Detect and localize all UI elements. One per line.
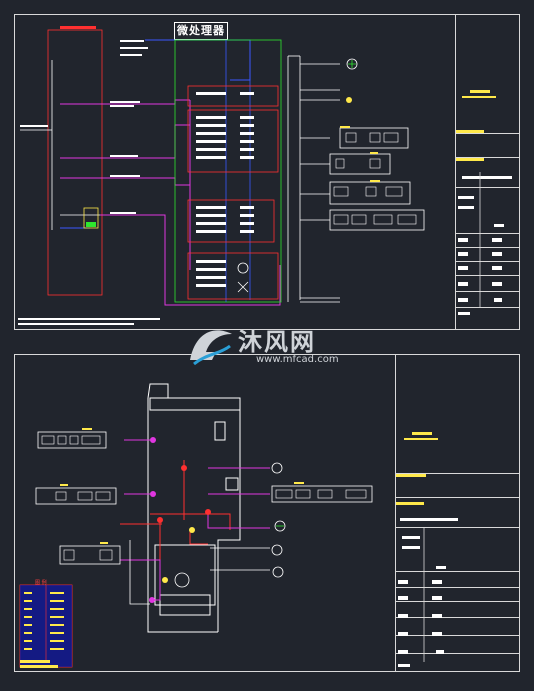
watermark-brand: 沐风网 xyxy=(238,328,316,356)
legend-title: 图 例 xyxy=(35,580,47,586)
fan-icon xyxy=(174,572,190,588)
speaker-icon xyxy=(272,566,284,578)
fixture-markers xyxy=(149,437,211,603)
watermark-url: www.mfcad.com xyxy=(256,354,339,365)
bell-icon xyxy=(271,544,283,556)
watermark-logo-icon xyxy=(190,330,232,366)
light-icon xyxy=(271,462,283,474)
plan-walls xyxy=(147,383,241,633)
watermark: 沐风网 www.mfcad.com xyxy=(186,320,356,372)
